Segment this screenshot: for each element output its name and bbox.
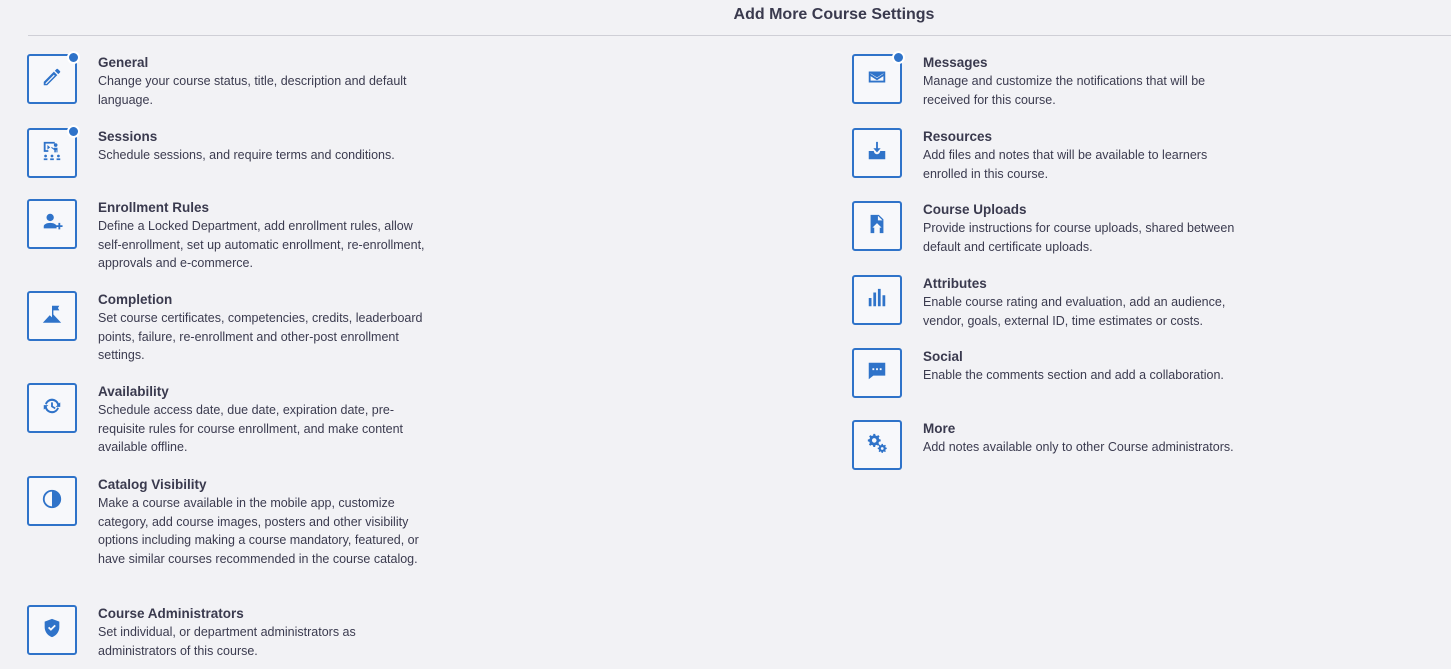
setting-title: Messages (923, 55, 988, 70)
page-title: Add More Course Settings (733, 6, 935, 23)
setting-attributes-icon-button[interactable] (852, 275, 902, 325)
bar-chart-icon (866, 287, 888, 314)
setting-description: Enable the comments section and add a co… (923, 368, 1224, 382)
setting-title: Course Uploads (923, 202, 1027, 217)
setting-description: Schedule access date, due date, expirati… (98, 403, 404, 455)
setting-title: Attributes (923, 276, 987, 291)
setting-title: General (98, 55, 149, 70)
indicator-dot (892, 51, 905, 64)
setting-description: Manage and customize the notifications t… (923, 74, 1206, 107)
setting-title: More (923, 421, 956, 436)
setting-course-uploads-icon-button[interactable] (852, 201, 902, 251)
setting-description: Add notes available only to other Course… (923, 440, 1234, 454)
setting-description: Set course certificates, competencies, c… (98, 311, 423, 363)
setting-description: Schedule sessions, and require terms and… (98, 148, 395, 162)
setting-title: Sessions (98, 129, 158, 144)
pencil-icon (41, 66, 63, 93)
setting-description: Add files and notes that will be availab… (923, 148, 1208, 181)
setting-social-icon-button[interactable] (852, 348, 902, 398)
setting-catalog-visibility-icon-button[interactable] (27, 476, 77, 526)
upload-file-icon (866, 213, 888, 240)
setting-course-administrators-icon-button[interactable] (27, 605, 77, 655)
setting-title: Availability (98, 384, 169, 399)
setting-description: Provide instructions for course uploads,… (923, 221, 1235, 254)
setting-title: Completion (98, 292, 173, 307)
add-user-icon (41, 211, 63, 238)
setting-messages-icon-button[interactable] (852, 51, 905, 104)
setting-description: Change your course status, title, descri… (98, 74, 407, 107)
setting-description: Set individual, or department administra… (98, 625, 356, 658)
setting-completion-icon-button[interactable] (27, 291, 77, 341)
setting-general-icon-button[interactable] (27, 51, 80, 104)
presentation-icon (41, 140, 63, 167)
setting-description: Make a course available in the mobile ap… (98, 496, 419, 566)
setting-resources-icon-button[interactable] (852, 128, 902, 178)
envelope-icon (866, 66, 888, 93)
setting-title: Resources (923, 129, 993, 144)
setting-enrollment-rules-icon-button[interactable] (27, 199, 77, 249)
setting-sessions-icon-button[interactable] (27, 125, 80, 178)
setting-title: Course Administrators (98, 606, 244, 621)
shield-check-icon (41, 617, 63, 644)
flag-mountain-icon (41, 303, 63, 330)
inbox-download-icon (866, 140, 888, 167)
header-divider (28, 35, 1451, 36)
setting-more-icon-button[interactable] (852, 420, 902, 470)
setting-description: Define a Locked Department, add enrollme… (98, 219, 425, 271)
setting-description: Enable course rating and evaluation, add… (923, 295, 1226, 328)
indicator-dot (67, 125, 80, 138)
visibility-contrast-icon (41, 488, 63, 515)
refresh-clock-icon (41, 395, 63, 422)
setting-availability-icon-button[interactable] (27, 383, 77, 433)
chat-bubble-icon (866, 360, 888, 387)
setting-title: Catalog Visibility (98, 477, 207, 492)
indicator-dot (67, 51, 80, 64)
setting-title: Social (923, 349, 963, 364)
setting-title: Enrollment Rules (98, 200, 210, 215)
gears-icon (866, 432, 888, 459)
